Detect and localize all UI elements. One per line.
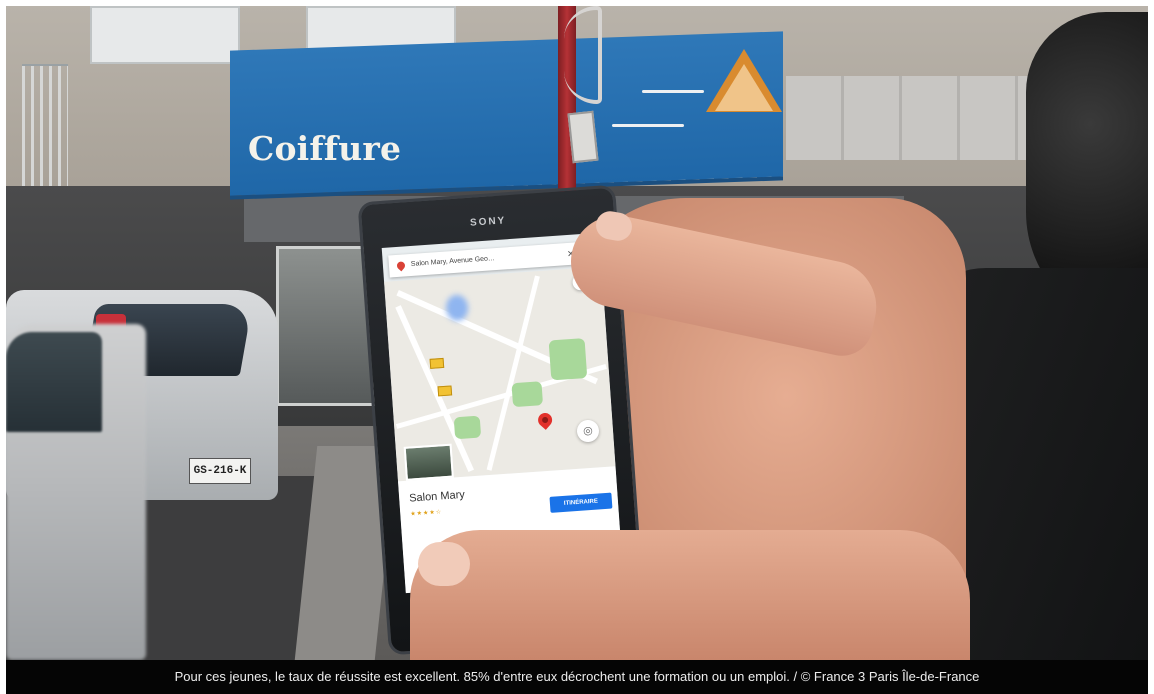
map-park <box>511 381 544 408</box>
map-pin-icon[interactable] <box>535 410 555 430</box>
maps-search-text: Salon Mary, Avenue Geo… <box>410 255 496 268</box>
finger-nail <box>418 542 470 586</box>
map-road-shield <box>429 357 445 369</box>
map-road <box>486 275 540 471</box>
map-road-shield <box>437 385 453 397</box>
place-pin-icon <box>395 260 407 272</box>
caption-bar: Pour ces jeunes, le taux de réussite est… <box>6 660 1148 694</box>
place-photo-thumbnail[interactable] <box>403 443 454 481</box>
passing-car-window <box>6 332 102 432</box>
shop-sign-text: Coiffure <box>248 129 402 168</box>
place-rating: ★★★★☆ <box>410 509 443 518</box>
map-park <box>548 338 588 381</box>
directions-button[interactable]: ITINÉRAIRE <box>549 492 613 513</box>
my-location-icon[interactable]: ◎ <box>576 419 600 443</box>
index-finger <box>410 530 970 660</box>
building-window <box>90 6 240 64</box>
balcony-railing <box>22 64 68 200</box>
street-sign-plate <box>567 110 599 164</box>
street-sign <box>564 6 602 104</box>
photo-caption: Pour ces jeunes, le taux de réussite est… <box>174 669 980 684</box>
smiley-triangle-logo-inner <box>715 64 773 111</box>
awning-decoration <box>602 80 704 142</box>
map-park <box>453 415 482 440</box>
shop-window <box>276 246 376 406</box>
news-photo: Coiffure GS-216-K SONY ◎ Salon Mary, Ave… <box>6 6 1148 660</box>
phone-brand: SONY <box>469 215 507 229</box>
place-name: Salon Mary <box>408 488 466 505</box>
license-plate: GS-216-K <box>189 458 251 484</box>
